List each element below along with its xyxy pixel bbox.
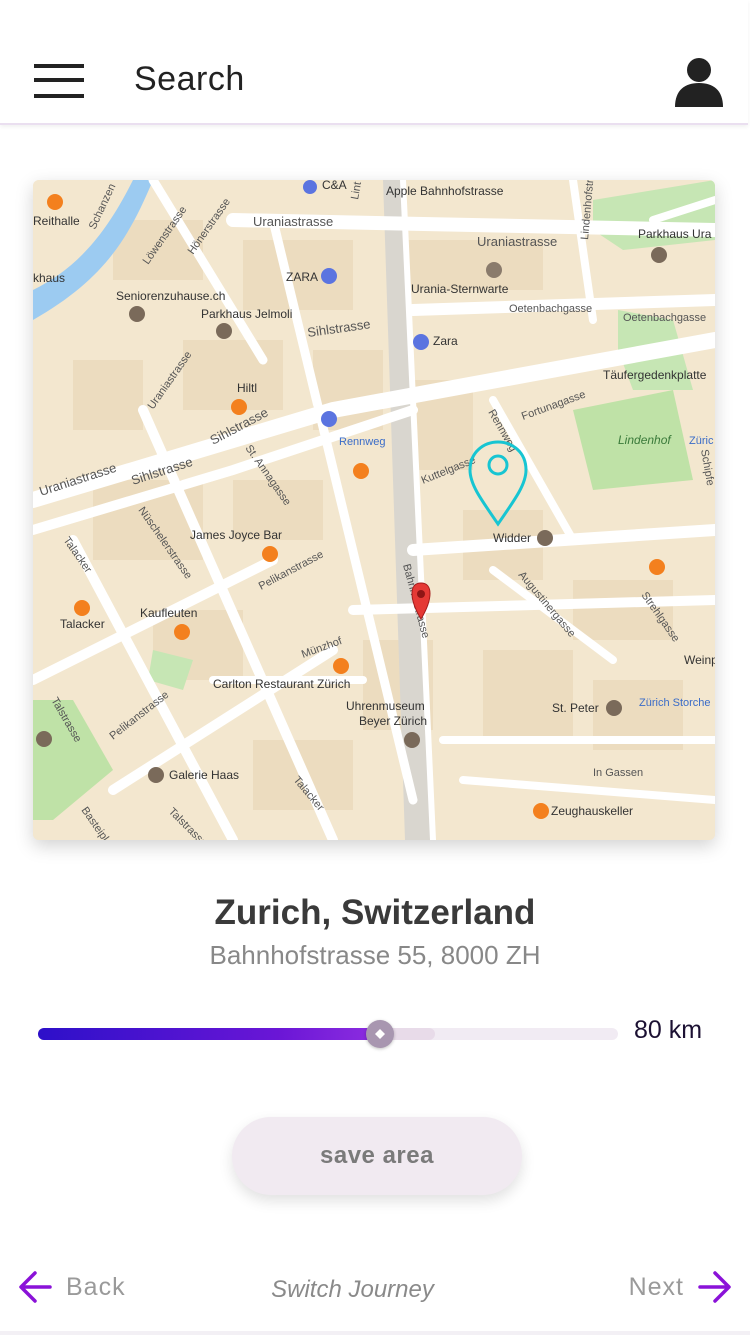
map-view[interactable]: Reithalle khaus Schanzen Löwenstrasse Hö… <box>33 180 715 840</box>
footer-nav: Back Switch Journey Next <box>0 1252 750 1332</box>
map-label: Oetenbachgasse <box>623 312 706 324</box>
bottom-divider <box>0 1331 750 1335</box>
map-label: St. Peter <box>552 701 599 715</box>
next-button[interactable]: Next <box>629 1270 732 1304</box>
map-label: Uraniastrasse <box>477 234 557 249</box>
map-label: Rennweg <box>339 436 385 448</box>
map-label: Zürich Storche <box>639 697 711 709</box>
map-label: Carlton Restaurant Zürich <box>213 677 350 691</box>
hamburger-menu-icon[interactable] <box>34 62 86 102</box>
page-title: Search <box>134 60 245 98</box>
top-app-bar: Search <box>0 0 748 125</box>
location-name: Zurich, Switzerland <box>214 893 536 932</box>
map-label: Parkhaus Ura <box>638 227 712 241</box>
radius-slider[interactable] <box>38 1020 620 1048</box>
map-label: Weinp <box>684 653 715 667</box>
map-label: Beyer Zürich <box>359 714 427 728</box>
save-area-button[interactable]: save area <box>232 1117 522 1195</box>
next-label: Next <box>628 1272 684 1301</box>
map-label: Lindenhof <box>618 433 672 447</box>
radius-value: 80 km <box>634 1016 703 1044</box>
map-label: Talacker <box>60 617 105 631</box>
map-label: James Joyce Bar <box>190 528 282 542</box>
map-label: Oetenbachgasse <box>509 303 592 315</box>
location-address: Bahnhofstrasse 55, 8000 ZH <box>209 940 541 970</box>
map-label: Züric <box>689 435 714 447</box>
map-label: Zara <box>433 334 458 348</box>
map-label: Reithalle <box>33 214 80 228</box>
map-label: Seniorenzuhause.ch <box>116 289 225 303</box>
slider-thumb-icon[interactable] <box>366 1020 394 1048</box>
map-label: In Gassen <box>593 767 643 779</box>
map-label: Hiltl <box>237 381 257 395</box>
map-label: ZARA <box>286 270 318 284</box>
map-label: Zeughauskeller <box>551 804 633 818</box>
map-label: Urania-Sternwarte <box>411 282 509 296</box>
switch-journey-link[interactable]: Switch Journey <box>0 1276 705 1304</box>
map-label: Täufergedenkplatte <box>603 368 707 382</box>
slider-fill <box>38 1028 380 1040</box>
map-label: Uraniastrasse <box>253 214 333 229</box>
map-label: Parkhaus Jelmoli <box>201 307 292 321</box>
map-label: Uhrenmuseum <box>346 699 425 713</box>
arrow-right-icon <box>698 1271 731 1303</box>
map-label: Apple Bahnhofstrasse <box>386 184 504 198</box>
map-label: Galerie Haas <box>169 768 239 782</box>
map-label: C&A <box>322 180 347 192</box>
map-label: Kaufleuten <box>140 606 197 620</box>
map-label: Widder <box>493 531 531 545</box>
user-avatar-icon[interactable] <box>672 56 726 108</box>
map-label: khaus <box>33 271 65 285</box>
map-canvas[interactable]: Reithalle khaus Schanzen Löwenstrasse Hö… <box>33 180 715 840</box>
